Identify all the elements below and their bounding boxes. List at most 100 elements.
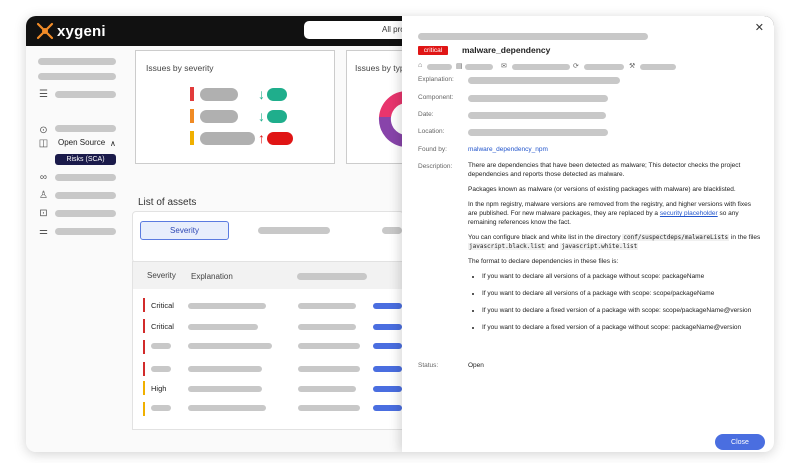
row-placeholder	[298, 366, 360, 372]
column-header-explanation[interactable]: Explanation	[191, 272, 233, 281]
brand-logo[interactable]: xygeni	[36, 22, 106, 40]
arrow-down-icon: ↓	[258, 108, 265, 124]
row-severity-placeholder	[151, 405, 171, 411]
tab-placeholder[interactable]	[258, 227, 330, 234]
sidebar-item-placeholder[interactable]	[55, 125, 116, 132]
row-severity-indicator	[143, 298, 145, 312]
app-window: xygeni All pro ☰ ⊙ ◫ Open Source ∧ Risks…	[26, 16, 774, 452]
description-body: There are dependencies that have been de…	[468, 161, 762, 340]
severity-pill	[200, 132, 255, 145]
close-icon[interactable]: ✕	[755, 21, 764, 34]
row-explanation-placeholder	[188, 324, 258, 330]
field-label-location: Location:	[418, 128, 445, 135]
location-value-placeholder	[468, 129, 608, 136]
sidebar-item-placeholder[interactable]	[55, 91, 116, 98]
arrow-down-icon: ↓	[258, 86, 265, 102]
format-list: If you want to declare all versions of a…	[468, 272, 762, 332]
sidebar-item-risks-sca[interactable]: Risks (SCA)	[55, 154, 116, 165]
row-severity-indicator	[143, 362, 145, 376]
row-placeholder	[298, 324, 356, 330]
sidebar-placeholder	[38, 73, 116, 80]
row-explanation-placeholder	[188, 343, 272, 349]
tab-severity[interactable]: Severity	[140, 221, 229, 240]
description-paragraph: Packages known as malware (or versions o…	[468, 186, 736, 193]
field-label-component: Component:	[418, 94, 454, 101]
row-link-placeholder[interactable]	[373, 343, 402, 349]
xygeni-logo-icon	[36, 22, 54, 40]
tools-icon: ⚒	[629, 63, 636, 70]
list-item: If you want to declare a fixed version o…	[482, 306, 762, 315]
meta-placeholder	[427, 64, 452, 70]
column-header-placeholder[interactable]	[297, 273, 367, 280]
sidebar-item-placeholder[interactable]	[55, 174, 116, 181]
count-pill-red	[267, 132, 293, 145]
description-paragraph: The format to declare dependencies in th…	[468, 258, 619, 265]
panel-header-placeholder	[418, 33, 648, 40]
row-explanation-placeholder	[188, 366, 262, 372]
description-text: You can configure black and white list i…	[468, 234, 623, 241]
row-link-placeholder[interactable]	[373, 366, 402, 372]
sidebar-item-placeholder[interactable]	[55, 228, 116, 235]
row-severity-indicator	[143, 340, 145, 354]
severity-indicator-high	[190, 109, 194, 123]
sidebar: ☰ ⊙ ◫ Open Source ∧ Risks (SCA) ∞ ♙ ⊡ ⚌	[26, 46, 126, 452]
found-by-link[interactable]: malware_dependency_npm	[468, 146, 548, 153]
row-explanation-placeholder	[188, 303, 266, 309]
envelope-icon: ✉	[501, 63, 507, 70]
row-placeholder	[298, 405, 360, 411]
field-label-description: Description:	[418, 163, 453, 170]
meta-placeholder	[584, 64, 624, 70]
brand-name: xygeni	[57, 22, 106, 40]
list-of-assets-title: List of assets	[138, 197, 197, 208]
row-explanation-placeholder	[188, 405, 266, 411]
meta-placeholder	[512, 64, 570, 70]
close-button[interactable]: Close	[715, 434, 765, 450]
sync-icon: ⟳	[573, 63, 579, 70]
issue-title: malware_dependency	[462, 45, 551, 55]
meta-placeholder	[465, 64, 493, 70]
list-item: If you want to declare a fixed version o…	[482, 323, 762, 332]
field-label-date: Date:	[418, 111, 434, 118]
issues-by-severity-card: Issues by severity ↓ ↓ ↑	[135, 50, 335, 164]
security-placeholder-link[interactable]: security placeholder	[660, 210, 718, 217]
project-selector[interactable]: All pro	[304, 21, 414, 39]
severity-indicator-medium	[190, 131, 194, 145]
severity-badge: critical	[418, 46, 448, 55]
sidebar-item-placeholder[interactable]	[55, 210, 116, 217]
row-link-placeholder[interactable]	[373, 405, 402, 411]
description-paragraph: There are dependencies that have been de…	[468, 162, 741, 178]
row-link-placeholder[interactable]	[373, 386, 402, 392]
row-severity-label: High	[151, 384, 167, 393]
user-shield-icon: ♙	[39, 190, 48, 201]
description-text: and	[545, 243, 561, 250]
row-severity-indicator	[143, 319, 145, 333]
box-icon: ◫	[38, 138, 49, 149]
card-title: Issues by severity	[146, 63, 214, 73]
row-severity-label: Critical	[151, 322, 174, 331]
tab-placeholder[interactable]	[382, 227, 402, 234]
building-icon: ⌂	[418, 62, 423, 69]
description-paragraph: You can configure black and white list i…	[468, 233, 762, 251]
field-label-status: Status:	[418, 362, 439, 369]
description-text: in the files	[729, 234, 761, 241]
sidebar-item-open-source[interactable]: Open Source	[58, 138, 105, 147]
arrow-up-icon: ↑	[258, 130, 265, 146]
severity-pill	[200, 88, 238, 101]
file-icon: ▤	[456, 63, 463, 70]
list-item: If you want to declare all versions of a…	[482, 272, 762, 281]
severity-pill	[200, 110, 238, 123]
chevron-up-icon[interactable]: ∧	[110, 139, 116, 148]
sidebar-placeholder	[38, 58, 116, 65]
row-placeholder	[298, 386, 356, 392]
row-link-placeholder[interactable]	[373, 303, 402, 309]
row-severity-label: Critical	[151, 301, 174, 310]
row-link-placeholder[interactable]	[373, 324, 402, 330]
column-header-severity[interactable]: Severity	[147, 271, 176, 280]
severity-indicator-critical	[190, 87, 194, 101]
sidebar-item-placeholder[interactable]	[55, 192, 116, 199]
link-icon: ∞	[39, 172, 48, 183]
row-explanation-placeholder	[188, 386, 262, 392]
date-value-placeholder	[468, 112, 606, 119]
settings-box-icon: ⊡	[39, 208, 48, 219]
description-paragraph: In the npm registry, malware versions ar…	[468, 200, 762, 227]
